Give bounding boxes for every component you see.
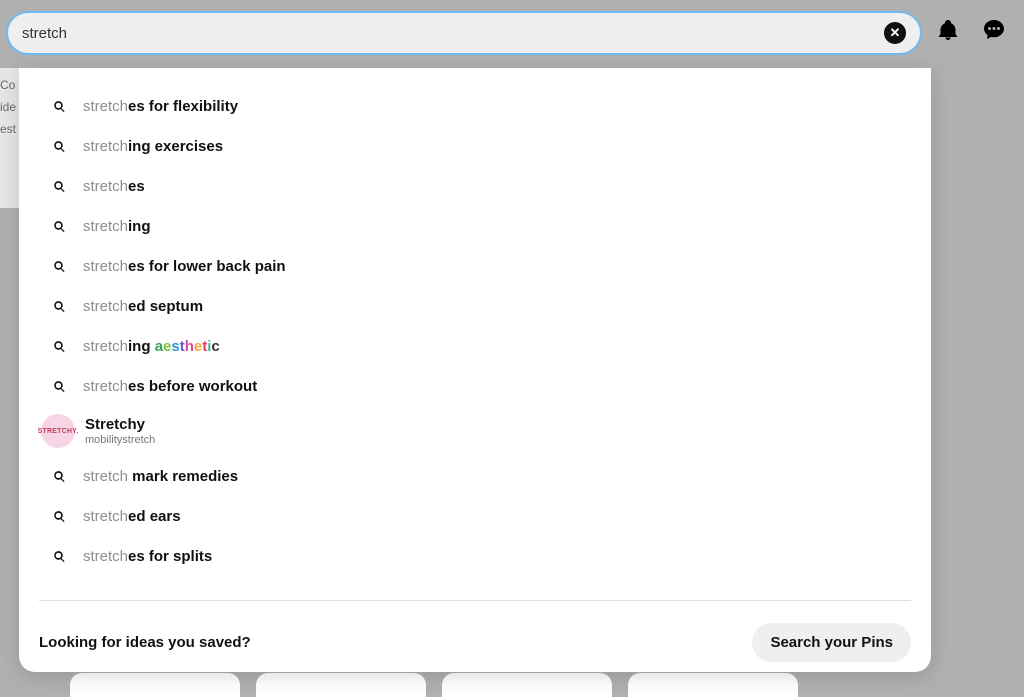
search-icon [47, 510, 71, 523]
profile-suggestion[interactable]: STRETCHY. Stretchy mobilitystretch [19, 406, 931, 456]
suggestion-list: stretches for flexibility stretching exer… [19, 86, 931, 406]
search-icon [47, 550, 71, 563]
suggestion-text: stretch mark remedies [83, 468, 238, 485]
notifications-icon[interactable] [936, 18, 960, 47]
search-bar[interactable]: ✕ [6, 11, 922, 55]
search-icon [47, 140, 71, 153]
suggestion-item[interactable]: stretches for splits [19, 536, 931, 576]
suggestion-text: stretching aesthetic [83, 338, 220, 355]
suggestion-text: stretching [83, 218, 151, 235]
suggestion-item[interactable]: stretching exercises [19, 126, 931, 166]
profile-text: Stretchy mobilitystretch [85, 416, 155, 446]
search-icon [47, 220, 71, 233]
suggestion-text: stretched septum [83, 298, 203, 315]
dropdown-footer: Looking for ideas you saved? Search your… [19, 601, 931, 662]
bg-text-3: est [0, 122, 19, 136]
suggestion-text: stretching exercises [83, 138, 223, 155]
search-icon [47, 100, 71, 113]
suggestion-item[interactable]: stretching aesthetic [19, 326, 931, 366]
search-icon [47, 340, 71, 353]
suggestion-text: stretches for lower back pain [83, 258, 286, 275]
profile-name: Stretchy [85, 416, 155, 433]
suggestion-text: stretches for flexibility [83, 98, 238, 115]
suggestion-item[interactable]: stretch mark remedies [19, 456, 931, 496]
search-suggestions-dropdown: stretches for flexibility stretching exer… [19, 68, 931, 672]
messages-icon[interactable] [982, 18, 1006, 47]
clear-search-button[interactable]: ✕ [884, 22, 906, 44]
suggestion-text: stretches for splits [83, 548, 212, 565]
bg-text-2: ide [0, 100, 19, 114]
suggestion-item[interactable]: stretches before workout [19, 366, 931, 406]
suggestion-text: stretches [83, 178, 145, 195]
footer-prompt: Looking for ideas you saved? [39, 634, 251, 651]
avatar: STRETCHY. [41, 414, 75, 448]
suggestion-text: stretches before workout [83, 378, 257, 395]
search-icon [47, 260, 71, 273]
search-icon [47, 380, 71, 393]
suggestion-item[interactable]: stretched septum [19, 286, 931, 326]
sidebar-fragment: Co ide est [0, 68, 19, 208]
suggestion-list-after: stretch mark remedies stretched ears stret… [19, 456, 931, 576]
background-cards [0, 673, 1024, 697]
suggestion-item[interactable]: stretching [19, 206, 931, 246]
header-actions [936, 18, 1006, 47]
search-your-pins-button[interactable]: Search your Pins [752, 623, 911, 662]
suggestion-item[interactable]: stretches [19, 166, 931, 206]
search-icon [47, 300, 71, 313]
suggestion-item[interactable]: stretches for flexibility [19, 86, 931, 126]
suggestion-item[interactable]: stretched ears [19, 496, 931, 536]
profile-handle: mobilitystretch [85, 434, 155, 446]
search-icon [47, 470, 71, 483]
search-input[interactable] [22, 13, 884, 53]
bg-text-1: Co [0, 78, 19, 92]
suggestion-item[interactable]: stretches for lower back pain [19, 246, 931, 286]
search-icon [47, 180, 71, 193]
suggestion-text: stretched ears [83, 508, 181, 525]
